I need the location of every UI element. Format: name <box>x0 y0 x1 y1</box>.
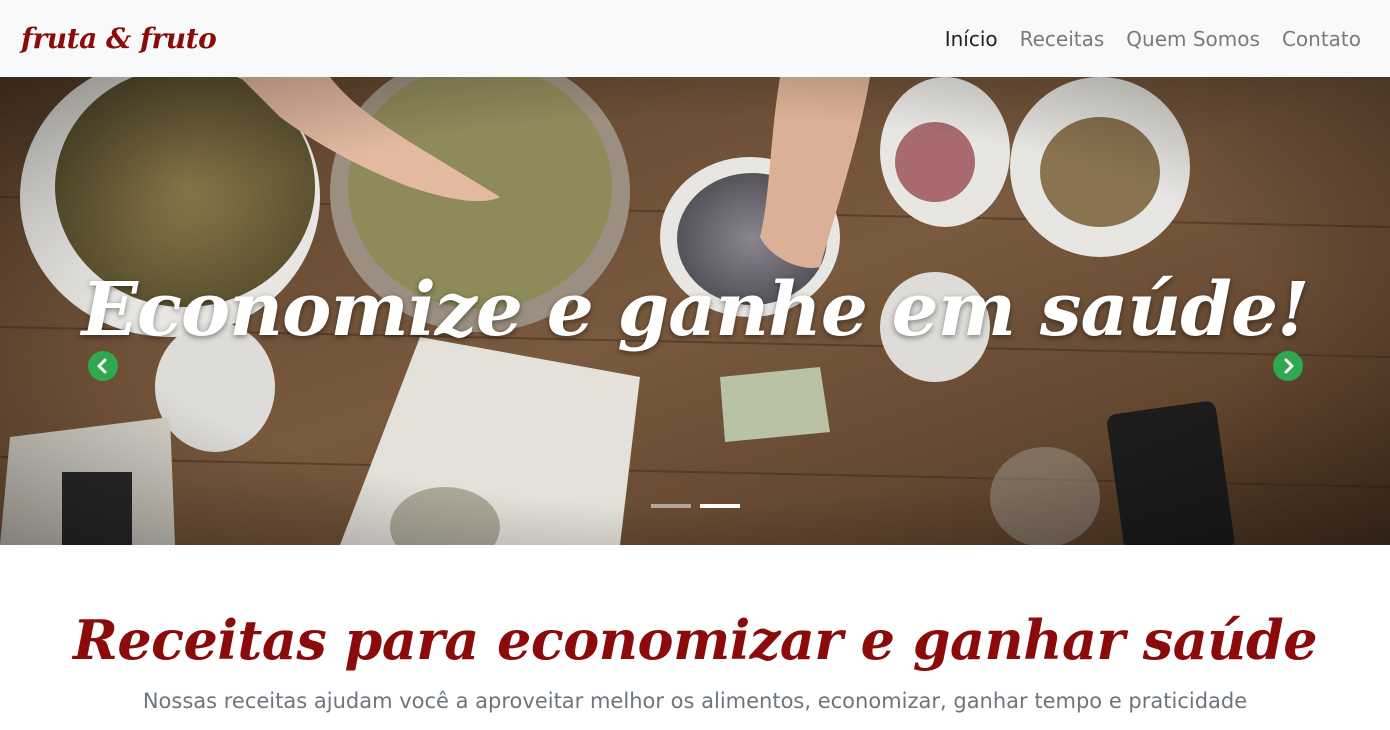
hero-caption: Economize e ganhe em saúde! <box>81 267 1309 353</box>
hero-carousel: Economize e ganhe em saúde! <box>0 77 1390 545</box>
carousel-prev-button[interactable] <box>88 351 118 381</box>
chevron-left-icon <box>97 358 107 374</box>
carousel-next-button[interactable] <box>1273 351 1303 381</box>
main-nav: Início Receitas Quem Somos Contato <box>945 27 1361 51</box>
brand-logo[interactable]: fruta & fruto <box>21 22 217 55</box>
nav-link-quem-somos[interactable]: Quem Somos <box>1126 27 1260 51</box>
section-subtitle: Nossas receitas ajudam você a aproveitar… <box>142 689 1248 713</box>
chevron-right-icon <box>1284 358 1294 374</box>
carousel-indicator-2[interactable] <box>699 504 740 508</box>
nav-link-inicio[interactable]: Início <box>945 27 998 51</box>
nav-link-contato[interactable]: Contato <box>1282 27 1361 51</box>
navbar: fruta & fruto Início Receitas Quem Somos… <box>0 0 1390 77</box>
carousel-indicator-1[interactable] <box>650 504 691 508</box>
section-title: Receitas para economizar e ganhar saúde <box>72 608 1318 672</box>
nav-link-receitas[interactable]: Receitas <box>1020 27 1105 51</box>
carousel-indicators <box>0 504 1390 508</box>
